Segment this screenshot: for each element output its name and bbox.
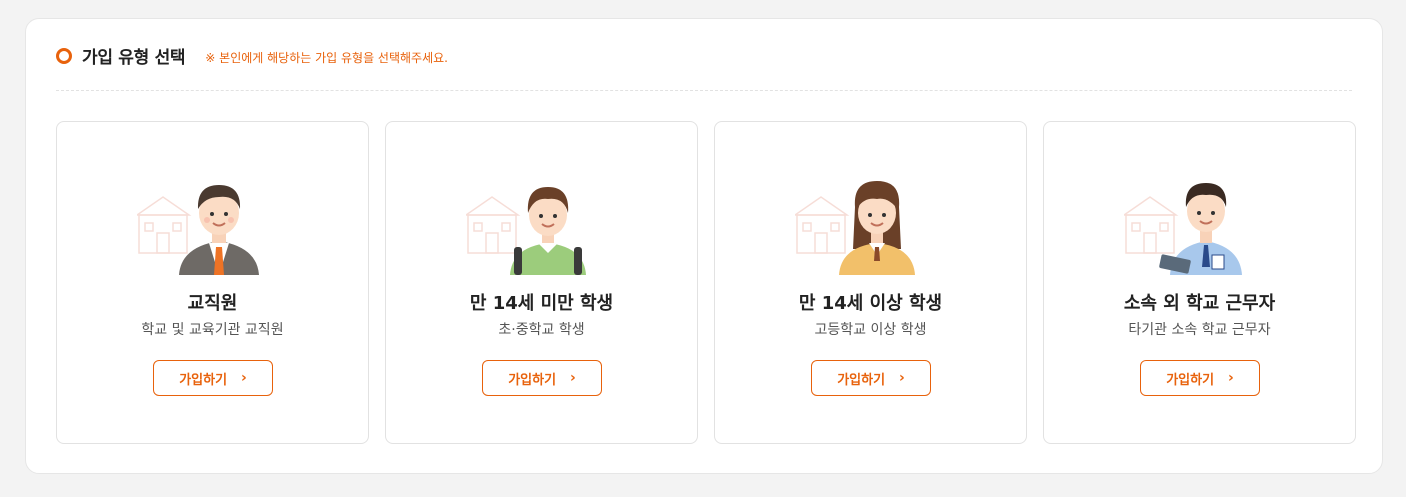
card-title: 만 14세 이상 학생 xyxy=(798,293,943,314)
card-older-student[interactable]: 만 14세 이상 학생 고등학교 이상 학생 가입하기 › xyxy=(714,121,1027,444)
card-title: 만 14세 미만 학생 xyxy=(469,293,614,314)
card-title: 소속 외 학교 근무자 xyxy=(1123,293,1276,314)
chevron-right-icon: › xyxy=(241,370,247,386)
card-list: 교직원 학교 및 교육기관 교직원 가입하기 › 만 14세 미만 학생 초·중… xyxy=(56,121,1356,444)
card-desc: 초·중학교 학생 xyxy=(498,322,585,338)
signup-type-panel: 가입 유형 선택 ※ 본인에게 해당하는 가입 유형을 선택해주세요. 교직원 … xyxy=(25,18,1383,474)
card-desc: 고등학교 이상 학생 xyxy=(814,322,927,338)
section-note: ※ 본인에게 해당하는 가입 유형을 선택해주세요. xyxy=(205,51,448,65)
join-button-label: 가입하기 xyxy=(1166,372,1215,388)
chevron-right-icon: › xyxy=(899,370,905,386)
card-desc: 학교 및 교육기관 교직원 xyxy=(141,322,284,338)
card-teacher[interactable]: 교직원 학교 및 교육기관 교직원 가입하기 › xyxy=(56,121,369,444)
card-external-worker[interactable]: 소속 외 학교 근무자 타기관 소속 학교 근무자 가입하기 › xyxy=(1043,121,1356,444)
join-button-label: 가입하기 xyxy=(508,372,557,388)
join-button-label: 가입하기 xyxy=(837,372,886,388)
teacher-icon xyxy=(137,167,267,275)
card-desc: 타기관 소속 학교 근무자 xyxy=(1128,322,1271,338)
divider xyxy=(56,90,1352,91)
bullet-icon xyxy=(56,47,72,64)
join-button-label: 가입하기 xyxy=(179,372,228,388)
join-button-teacher[interactable]: 가입하기 › xyxy=(153,360,273,396)
join-button-older-student[interactable]: 가입하기 › xyxy=(811,360,931,396)
join-button-young-student[interactable]: 가입하기 › xyxy=(482,360,602,396)
chevron-right-icon: › xyxy=(570,370,576,386)
external-worker-icon xyxy=(1124,167,1254,275)
section-header: 가입 유형 선택 ※ 본인에게 해당하는 가입 유형을 선택해주세요. xyxy=(56,43,448,68)
card-young-student[interactable]: 만 14세 미만 학생 초·중학교 학생 가입하기 › xyxy=(385,121,698,444)
older-student-icon xyxy=(795,167,925,275)
card-title: 교직원 xyxy=(187,293,238,314)
young-student-icon xyxy=(466,167,596,275)
chevron-right-icon: › xyxy=(1228,370,1234,386)
join-button-external-worker[interactable]: 가입하기 › xyxy=(1140,360,1260,396)
section-title: 가입 유형 선택 xyxy=(82,48,186,68)
